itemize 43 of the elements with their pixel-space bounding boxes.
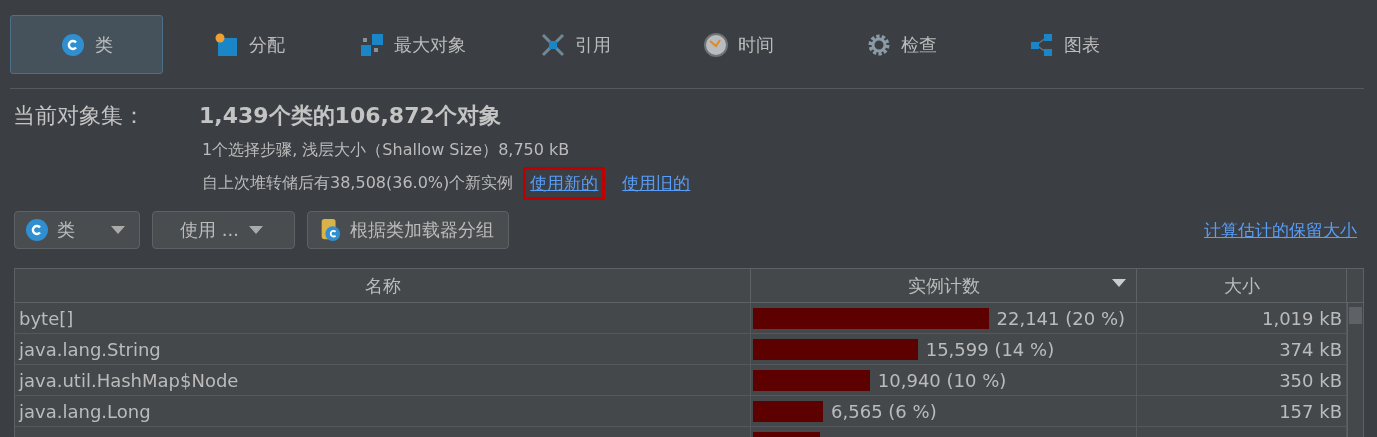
table-cell: 6,565 (6 %): [831, 400, 937, 422]
table-cell: java.lang.Long: [19, 400, 151, 422]
summary-label: 当前对象集：: [13, 102, 146, 130]
caret-icon: [111, 226, 125, 234]
view-tab[interactable]: 时间: [662, 15, 815, 74]
use-dropdown[interactable]: 使用 ...: [152, 211, 295, 249]
summary-headline: 1,439个类的106,872个对象: [199, 102, 501, 130]
view-tab[interactable]: 类: [10, 15, 163, 74]
class-icon: [60, 32, 85, 57]
table-cell: java.util.HashMap$Node: [19, 369, 239, 391]
group-button[interactable]: 根据类加载器分组: [307, 211, 509, 249]
view-tab[interactable]: 图表: [988, 15, 1141, 74]
clock-icon: [703, 32, 728, 57]
view-tab[interactable]: 引用: [499, 15, 652, 74]
table-cell: 374 kB: [1279, 338, 1342, 360]
view-tab[interactable]: 分配: [173, 15, 326, 74]
summary-text: 1个选择步骤, 浅层大小（Shallow Size）8,750 kB: [202, 140, 571, 161]
view-dropdown[interactable]: 类: [14, 211, 140, 249]
diagram-icon: [1029, 32, 1054, 57]
table-cell: 22,141 (20 %): [996, 307, 1125, 329]
view-tab[interactable]: 最大对象: [336, 15, 489, 74]
compute-link[interactable]: 计算估计的保留大小: [1197, 213, 1364, 247]
view-tab[interactable]: 检查: [825, 15, 978, 74]
table-cell: 1,019 kB: [1261, 307, 1342, 329]
link[interactable]: 使用新的: [523, 167, 606, 200]
blocks-icon: [359, 32, 384, 57]
caret-icon: [248, 226, 263, 234]
column-header[interactable]: 实例计数: [751, 269, 1137, 302]
link[interactable]: 使用旧的: [615, 167, 698, 200]
table-cell: byte[]: [19, 307, 74, 329]
column-header[interactable]: 名称: [15, 269, 751, 302]
gear-icon: [866, 32, 891, 57]
table-cell: 15,599 (14 %): [925, 338, 1055, 360]
table-cell: 10,940 (10 %): [877, 369, 1007, 391]
summary-text: 自上次堆转储后有38,508(36.0%)个新实例: [202, 173, 514, 194]
column-header[interactable]: 大小: [1137, 269, 1347, 302]
table-cell: 157 kB: [1279, 400, 1342, 422]
square-icon: [214, 32, 239, 57]
class-icon: [25, 218, 49, 242]
arrows-icon: [540, 32, 565, 57]
scrollbar-thumb[interactable]: [1349, 307, 1362, 324]
table-cell: 350 kB: [1279, 369, 1342, 391]
table-cell: java.lang.String: [19, 338, 161, 360]
